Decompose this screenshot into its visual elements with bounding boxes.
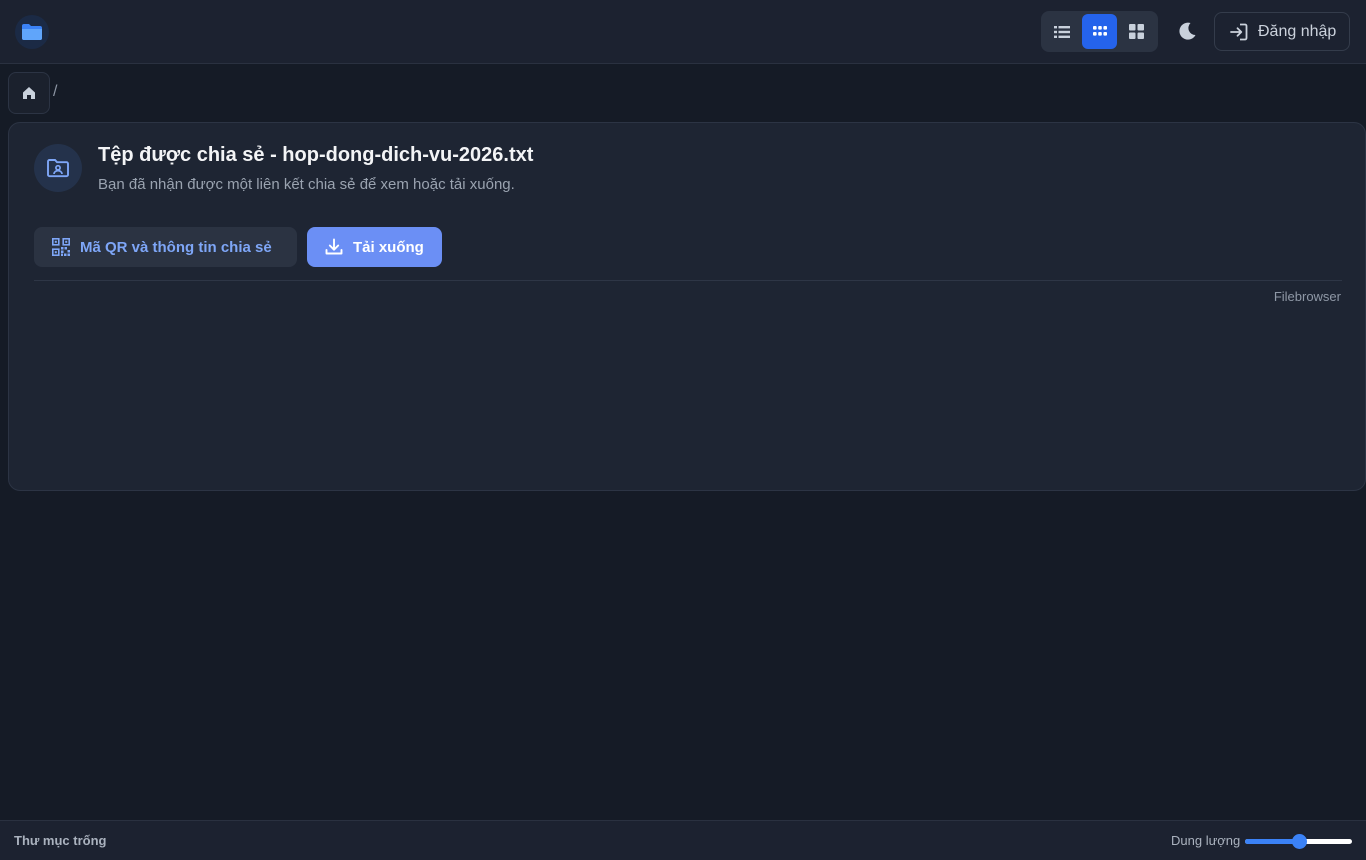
breadcrumb-home-button[interactable] <box>8 72 50 114</box>
breadcrumb-separator: / <box>53 83 58 100</box>
qr-code-icon <box>52 238 70 256</box>
list-view-icon <box>1053 25 1070 38</box>
top-bar: Đăng nhập <box>0 0 1366 64</box>
moon-icon <box>1179 22 1196 40</box>
view-mode-switcher <box>1041 11 1158 52</box>
size-slider[interactable] <box>1245 834 1352 849</box>
status-text: Thư mục trống <box>14 833 107 848</box>
share-card: Tệp được chia sẻ - hop-dong-dich-vu-2026… <box>8 122 1366 491</box>
size-label: Dung lượng <box>1171 833 1241 848</box>
qr-info-label: Mã QR và thông tin chia sẻ <box>80 238 272 256</box>
download-button[interactable]: Tải xuống <box>307 227 442 267</box>
status-bar: Thư mục trống Dung lượng <box>0 820 1366 860</box>
list-view-button[interactable] <box>1044 14 1079 49</box>
login-label: Đăng nhập <box>1258 22 1337 40</box>
home-icon <box>23 87 35 99</box>
qr-info-button[interactable]: Mã QR và thông tin chia sẻ <box>34 227 297 267</box>
share-subtitle: Bạn đã nhận được một liên kết chia sẻ để… <box>98 176 515 193</box>
filebrowser-credit: Filebrowser <box>1273 289 1341 304</box>
tiles-view-button[interactable] <box>1119 14 1154 49</box>
login-button[interactable]: Đăng nhập <box>1214 12 1350 51</box>
grid-view-button[interactable] <box>1082 14 1117 49</box>
grid-view-icon <box>1092 26 1107 36</box>
size-slider-fill <box>1245 839 1299 844</box>
download-label: Tải xuống <box>353 238 424 256</box>
tiles-view-icon <box>1129 24 1144 39</box>
size-slider-thumb[interactable] <box>1291 834 1307 849</box>
download-icon <box>325 238 343 255</box>
shared-folder-icon <box>34 144 82 192</box>
theme-toggle-button[interactable] <box>1170 14 1204 48</box>
divider <box>34 280 1342 281</box>
folder-icon[interactable] <box>15 15 49 49</box>
share-title: Tệp được chia sẻ - hop-dong-dich-vu-2026… <box>98 144 534 166</box>
login-icon <box>1230 23 1248 40</box>
